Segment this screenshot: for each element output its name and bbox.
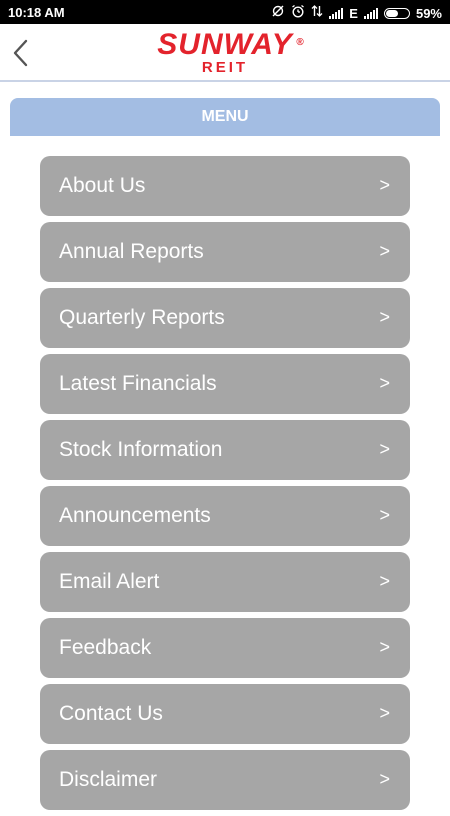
- menu-item-email-alert[interactable]: Email Alert >: [40, 552, 410, 612]
- menu-item-stock-information[interactable]: Stock Information >: [40, 420, 410, 480]
- menu-item-label: Quarterly Reports: [59, 306, 225, 329]
- menu-item-quarterly-reports[interactable]: Quarterly Reports >: [40, 288, 410, 348]
- signal-icon: [329, 7, 344, 19]
- status-bar: 10:18 AM E 59%: [0, 0, 450, 24]
- menu-item-announcements[interactable]: Announcements >: [40, 486, 410, 546]
- status-icons: E 59%: [271, 4, 442, 22]
- chevron-right-icon: >: [379, 373, 390, 393]
- logo-subtext: REIT: [201, 59, 249, 76]
- logo-text: SUNWAY ®: [157, 28, 305, 61]
- chevron-right-icon: >: [379, 307, 390, 327]
- menu-item-about-us[interactable]: About Us >: [40, 156, 410, 216]
- menu-item-label: Announcements: [59, 504, 211, 527]
- chevron-right-icon: >: [379, 571, 390, 591]
- chevron-right-icon: >: [379, 637, 390, 657]
- data-transfer-icon: [311, 4, 323, 22]
- app-header: SUNWAY ® REIT: [0, 24, 450, 82]
- chevron-right-icon: >: [379, 703, 390, 723]
- menu-item-label: Feedback: [59, 636, 152, 659]
- chevron-right-icon: >: [379, 439, 390, 459]
- menu-list: About Us > Annual Reports > Quarterly Re…: [40, 156, 410, 816]
- menu-item-latest-financials[interactable]: Latest Financials >: [40, 354, 410, 414]
- signal-icon: [363, 7, 378, 19]
- menu-title: MENU: [201, 108, 249, 125]
- battery-fill: [385, 9, 398, 17]
- menu-title-bar: MENU: [10, 98, 440, 136]
- menu-item-annual-reports[interactable]: Annual Reports >: [40, 222, 410, 282]
- alarm-icon: [291, 4, 305, 22]
- menu-item-label: Email Alert: [59, 570, 160, 593]
- menu-item-label: Latest Financials: [59, 372, 217, 395]
- registered-mark: ®: [296, 37, 305, 48]
- menu-item-feedback[interactable]: Feedback >: [40, 618, 410, 678]
- chevron-right-icon: >: [379, 769, 390, 789]
- sunway-reit-logo: SUNWAY ® REIT: [0, 30, 450, 76]
- menu-item-label: Stock Information: [59, 438, 223, 461]
- menu-item-label: About Us: [59, 174, 146, 197]
- battery-percent: 59%: [415, 5, 442, 21]
- menu-item-label: Disclaimer: [59, 768, 158, 791]
- menu-item-disclaimer[interactable]: Disclaimer >: [40, 750, 410, 810]
- battery-icon: [383, 7, 410, 19]
- menu-item-label: Annual Reports: [59, 240, 204, 263]
- chevron-right-icon: >: [379, 505, 390, 525]
- chevron-right-icon: >: [379, 241, 390, 261]
- sync-off-icon: [271, 4, 285, 22]
- menu-item-label: Contact Us: [59, 702, 163, 725]
- menu-item-contact-us[interactable]: Contact Us >: [40, 684, 410, 744]
- status-time: 10:18 AM: [8, 5, 65, 20]
- chevron-right-icon: >: [379, 175, 390, 195]
- network-type-icon: E: [349, 5, 358, 21]
